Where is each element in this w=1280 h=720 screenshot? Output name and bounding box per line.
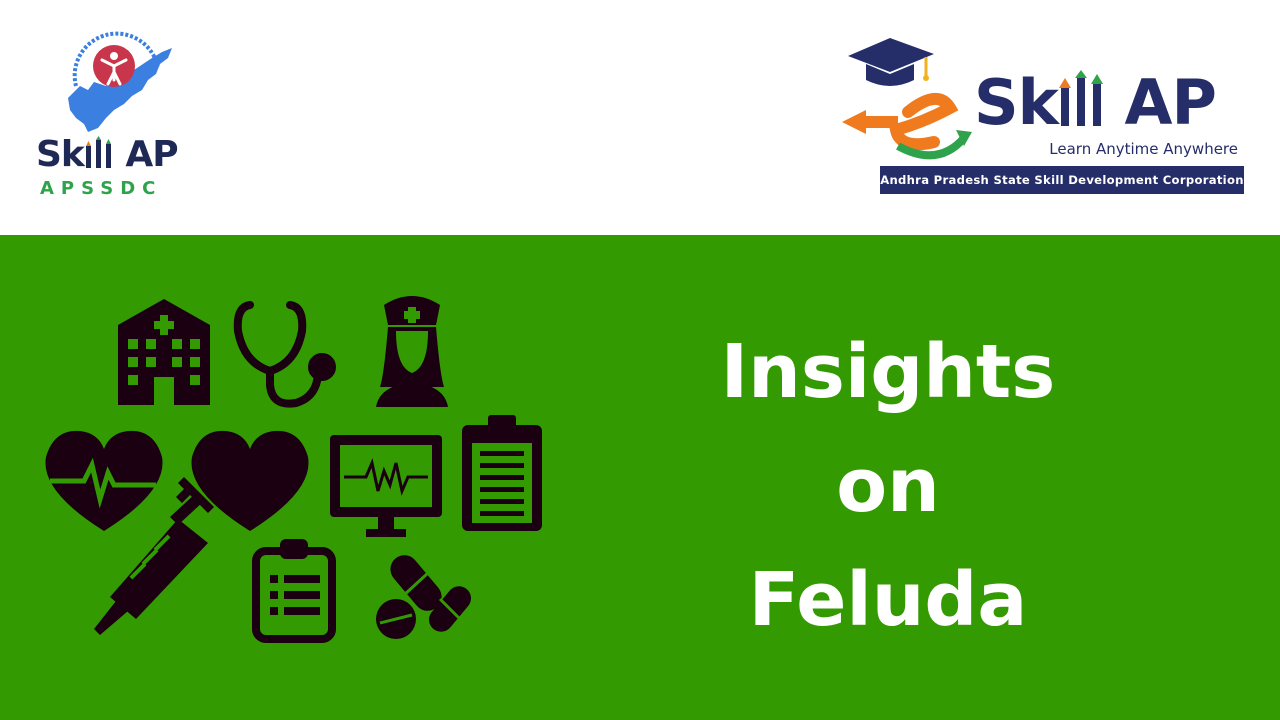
nurse-icon <box>376 296 448 407</box>
heart-icon <box>191 430 309 531</box>
title-line-2: on <box>836 443 940 529</box>
graduation-cap-e-icon <box>842 38 972 160</box>
title-banner: Insights on Feluda <box>0 235 1280 720</box>
eskill-ap-logo: Sk AP Learn Anytime Anywhere Andhra Prad… <box>838 34 1248 199</box>
clipboard-icon <box>462 415 542 531</box>
stethoscope-icon <box>233 301 336 408</box>
pills-icon <box>376 555 471 639</box>
left-logo-subtitle: APSSDC <box>40 178 163 199</box>
eskill-corporation-strip: Andhra Pradesh State Skill Development C… <box>880 166 1244 194</box>
eskill-tagline: Learn Anytime Anywhere <box>1049 140 1238 158</box>
monitor-icon <box>330 435 442 537</box>
growth-bars-icon <box>1058 70 1103 126</box>
title-line-3: Feluda <box>748 557 1028 643</box>
banner-title: Insights on Feluda <box>668 315 1108 657</box>
eskill-brand-text: Sk AP <box>974 66 1217 139</box>
title-line-1: Insights <box>720 329 1056 415</box>
medical-icons-cluster <box>45 296 542 643</box>
checklist-icon <box>252 539 336 643</box>
growth-bars-icon <box>85 136 111 168</box>
left-logo-brand: Sk AP <box>36 134 179 175</box>
header: Sk AP APSSDC Sk AP Learn Anytime Anywher… <box>0 0 1280 235</box>
skill-ap-apssdc-logo: Sk AP APSSDC <box>36 28 196 203</box>
heartbeat-icon <box>45 430 163 531</box>
hospital-icon <box>118 299 210 405</box>
andhra-pradesh-map-icon <box>68 31 172 132</box>
